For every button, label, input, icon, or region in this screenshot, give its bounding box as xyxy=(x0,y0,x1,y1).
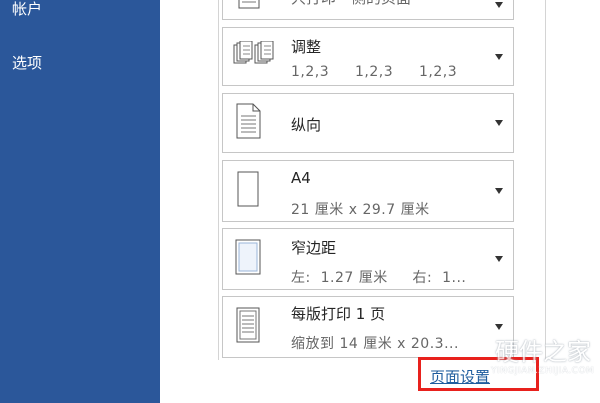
single-page-icon xyxy=(233,307,263,347)
print-one-sided-label: 只打印一侧的页面 xyxy=(291,0,411,8)
orientation-label: 纵向 xyxy=(291,116,322,134)
collate-label: 调整 xyxy=(291,38,322,56)
chevron-down-icon xyxy=(495,256,503,262)
backstage-sidebar: 帐户 选项 xyxy=(0,0,160,403)
preview-divider xyxy=(545,0,546,360)
chevron-down-icon xyxy=(495,188,503,194)
collate-sequence-2: 1,2,3 xyxy=(355,64,394,80)
collate-sequence-1: 1,2,3 xyxy=(291,64,330,80)
panel-divider xyxy=(218,0,219,360)
portrait-page-icon xyxy=(233,103,263,143)
chevron-down-icon xyxy=(495,120,503,126)
chevron-down-icon xyxy=(495,53,503,60)
page-icon xyxy=(233,0,263,14)
margins-values: 左: 1.27 厘米 右: 1... xyxy=(291,270,467,286)
collate-sequence-3: 1,2,3 xyxy=(419,64,458,80)
collate-icon xyxy=(233,40,281,73)
watermark-text: 硬件之家 xyxy=(495,338,591,366)
watermark: 硬件之家 YINGJIAN.ZHIJIA.COM xyxy=(465,330,594,380)
sidebar-item-options[interactable]: 选项 xyxy=(12,52,42,73)
pages-per-sheet-label: 每版打印 1 页 xyxy=(291,305,386,323)
sidebar-item-account[interactable]: 帐户 xyxy=(12,0,42,19)
paper-size-dimensions: 21 厘米 x 29.7 厘米 xyxy=(291,202,430,218)
chevron-down-icon xyxy=(495,2,503,8)
blank-page-icon xyxy=(233,171,263,211)
print-one-sided-option[interactable]: 只打印一侧的页面 xyxy=(222,0,514,20)
paper-size-label: A4 xyxy=(291,169,311,187)
orientation-option[interactable]: 纵向 xyxy=(222,93,514,153)
pages-per-sheet-scale: 缩放到 14 厘米 x 20.3... xyxy=(291,336,459,352)
paper-size-option[interactable]: A4 21 厘米 x 29.7 厘米 xyxy=(222,160,514,222)
margins-icon xyxy=(233,239,263,279)
margins-option[interactable]: 窄边距 左: 1.27 厘米 右: 1... xyxy=(222,228,514,290)
collate-option[interactable]: 调整 1,2,3 1,2,3 1,2,3 xyxy=(222,27,514,86)
watermark-url: YINGJIAN.ZHIJIA.COM xyxy=(491,366,595,376)
margins-label: 窄边距 xyxy=(291,239,337,257)
